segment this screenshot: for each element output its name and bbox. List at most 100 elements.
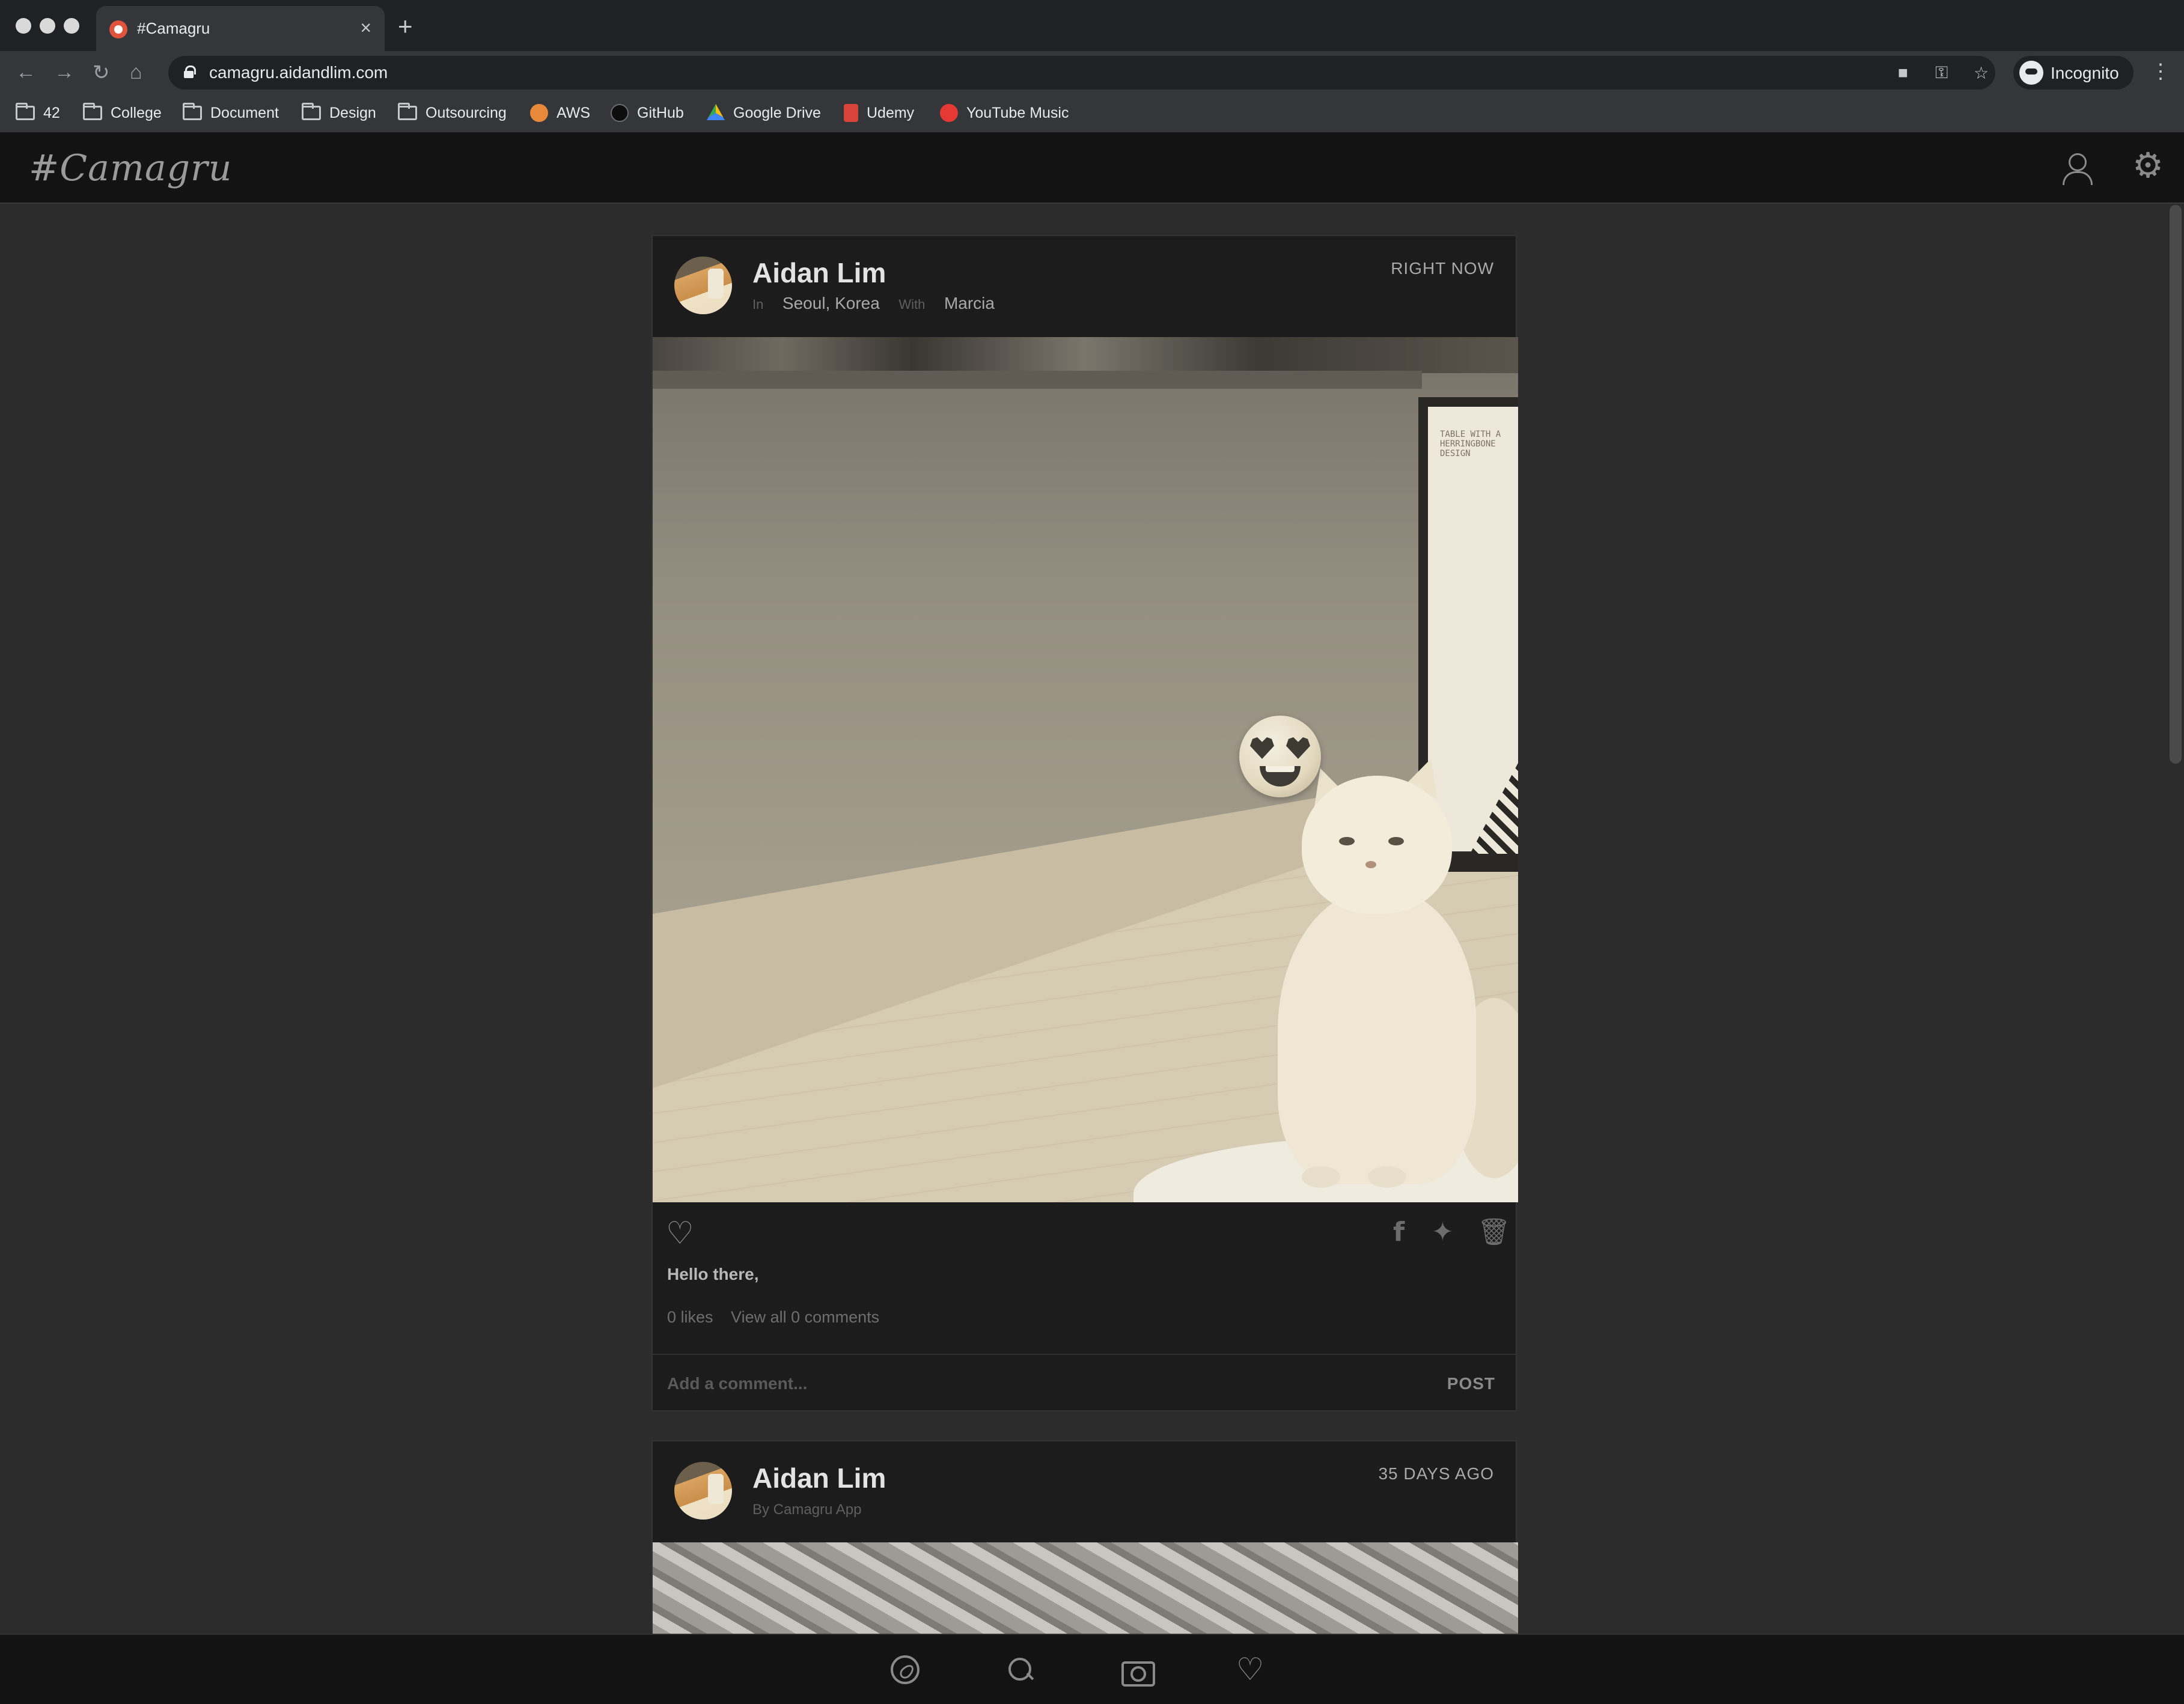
emoji-heart-eye: [1250, 737, 1274, 759]
bookmark-label: AWS: [557, 104, 591, 121]
bookmark-label: GitHub: [637, 104, 684, 121]
likes-count[interactable]: 0 likes: [667, 1308, 713, 1326]
bookmark-42[interactable]: 42: [16, 102, 60, 124]
gear-icon[interactable]: ⚙: [2132, 148, 2164, 183]
folder-icon: [16, 103, 35, 120]
post-author[interactable]: Aidan Lim: [752, 1462, 886, 1494]
lock-icon[interactable]: [184, 65, 196, 78]
youtube-music-icon: [940, 104, 958, 122]
avatar[interactable]: [674, 1462, 732, 1520]
cat-paw: [1302, 1166, 1340, 1188]
bookmark-label: 42: [43, 104, 60, 121]
folder-icon: [302, 103, 321, 120]
post-timestamp: RIGHT NOW: [1391, 259, 1494, 278]
bookmark-label: Outsourcing: [426, 104, 507, 121]
bookmark-design[interactable]: Design: [302, 102, 376, 124]
post-timestamp: 35 DAYS AGO: [1378, 1464, 1494, 1483]
post-caption: Hello there,: [667, 1265, 759, 1283]
like-heart-icon[interactable]: ♡: [666, 1218, 694, 1249]
camera-blocked-icon[interactable]: ■: [1898, 63, 1908, 82]
browser-window: #Camagru × + ← → ↻ ⌂ camagru.aidandlim.c…: [0, 0, 2184, 1704]
user-icon[interactable]: [2061, 153, 2093, 185]
bookmark-label: Document: [210, 104, 279, 121]
maximize-window-dot[interactable]: [64, 18, 79, 34]
post-meta: In Seoul, Korea With Marcia: [752, 294, 995, 313]
bottom-nav: ♡: [0, 1634, 2184, 1704]
camagru-favicon-icon: [109, 20, 127, 38]
comment-input[interactable]: [667, 1369, 1328, 1398]
bookmark-youtube-music[interactable]: YouTube Music: [940, 102, 1069, 124]
post-card: Aidan Lim In Seoul, Korea With Marcia RI…: [651, 235, 1518, 1411]
post-photo[interactable]: [653, 1542, 1518, 1634]
tab-strip: #Camagru × +: [0, 0, 2184, 51]
feed: Aidan Lim In Seoul, Korea With Marcia RI…: [0, 205, 2184, 1634]
cat-body: [1278, 890, 1476, 1184]
post-card: Aidan Lim By Camagru App 35 DAYS AGO: [651, 1440, 1518, 1634]
tab-title: #Camagru: [137, 19, 210, 37]
bookmark-label: Design: [329, 104, 376, 121]
folder-icon: [183, 103, 202, 120]
aws-icon: [530, 104, 548, 122]
bookmarks-bar: 42 College Document Design Outsourcing A…: [0, 93, 2184, 133]
github-icon: [611, 104, 629, 122]
poster-text: TABLE WITH A HERRINGBONE DESIGN: [1440, 430, 1501, 458]
folder-icon: [83, 103, 102, 120]
close-window-dot[interactable]: [16, 18, 31, 34]
in-label: In: [752, 297, 764, 312]
view-comments-link[interactable]: View all 0 comments: [731, 1308, 879, 1326]
browser-tab[interactable]: #Camagru ×: [96, 6, 385, 51]
post-comment-button[interactable]: POST: [1447, 1374, 1495, 1393]
google-drive-icon: [707, 104, 725, 120]
bookmark-aws[interactable]: AWS: [530, 102, 590, 124]
browser-menu-icon[interactable]: ⋮: [2150, 59, 2171, 84]
reload-icon[interactable]: ↻: [93, 61, 110, 85]
incognito-icon: [2019, 61, 2043, 85]
key-icon[interactable]: ⚿: [1935, 63, 1948, 83]
back-icon[interactable]: ←: [16, 61, 36, 84]
cat-eye: [1388, 837, 1404, 845]
post-author[interactable]: Aidan Lim: [752, 257, 886, 289]
forward-icon[interactable]: →: [54, 61, 75, 84]
new-tab-button[interactable]: +: [398, 12, 413, 41]
address-bar[interactable]: camagru.aidandlim.com ■ ⚿ ☆: [168, 56, 1995, 90]
tab-close-icon[interactable]: ×: [360, 17, 371, 39]
scrollbar-thumb[interactable]: [2170, 205, 2182, 764]
cat-nose: [1365, 861, 1376, 868]
cat-paw: [1368, 1166, 1406, 1188]
bookmark-label: College: [111, 104, 162, 121]
bookmark-star-icon[interactable]: ☆: [1974, 63, 1989, 83]
search-icon[interactable]: [1006, 1655, 1035, 1684]
facebook-icon[interactable]: f: [1393, 1219, 1405, 1246]
post-source: By Camagru App: [752, 1502, 862, 1518]
bookmark-google-drive[interactable]: Google Drive: [707, 102, 821, 124]
minimize-window-dot[interactable]: [40, 18, 55, 34]
post-with[interactable]: Marcia: [944, 294, 995, 312]
comment-form: POST: [653, 1354, 1516, 1411]
post-footer: ♡ f ✦ 🗑 Hello there, 0 likes View all 0 …: [653, 1202, 1516, 1410]
bookmark-document[interactable]: Document: [183, 102, 279, 124]
bookmark-github[interactable]: GitHub: [611, 102, 684, 124]
bookmark-label: Udemy: [867, 104, 915, 121]
incognito-profile-button[interactable]: Incognito: [2013, 56, 2134, 90]
bookmark-college[interactable]: College: [83, 102, 162, 124]
avatar[interactable]: [674, 257, 732, 314]
compass-icon[interactable]: [891, 1655, 920, 1684]
heart-icon[interactable]: ♡: [1236, 1654, 1264, 1685]
page-scrollbar[interactable]: [2166, 205, 2184, 1634]
post-header: Aidan Lim In Seoul, Korea With Marcia RI…: [653, 236, 1516, 337]
trash-icon[interactable]: 🗑: [1477, 1219, 1511, 1246]
post-stats: 0 likes View all 0 comments: [667, 1308, 892, 1327]
udemy-icon: [844, 104, 858, 122]
camera-icon[interactable]: [1121, 1655, 1155, 1687]
photo-wall-trim: [653, 371, 1422, 389]
post-photo[interactable]: TABLE WITH A HERRINGBONE DESIGN: [653, 337, 1518, 1202]
post-location[interactable]: Seoul, Korea: [782, 294, 880, 312]
app-logo[interactable]: #Camagru: [29, 147, 232, 189]
bookmark-udemy[interactable]: Udemy: [844, 102, 914, 124]
cat-head: [1302, 776, 1452, 914]
bookmark-label: YouTube Music: [966, 104, 1069, 121]
home-icon[interactable]: ⌂: [130, 61, 142, 84]
url-text[interactable]: camagru.aidandlim.com: [209, 63, 388, 82]
bookmark-outsourcing[interactable]: Outsourcing: [398, 102, 507, 124]
twitter-icon[interactable]: ✦: [1432, 1219, 1454, 1246]
